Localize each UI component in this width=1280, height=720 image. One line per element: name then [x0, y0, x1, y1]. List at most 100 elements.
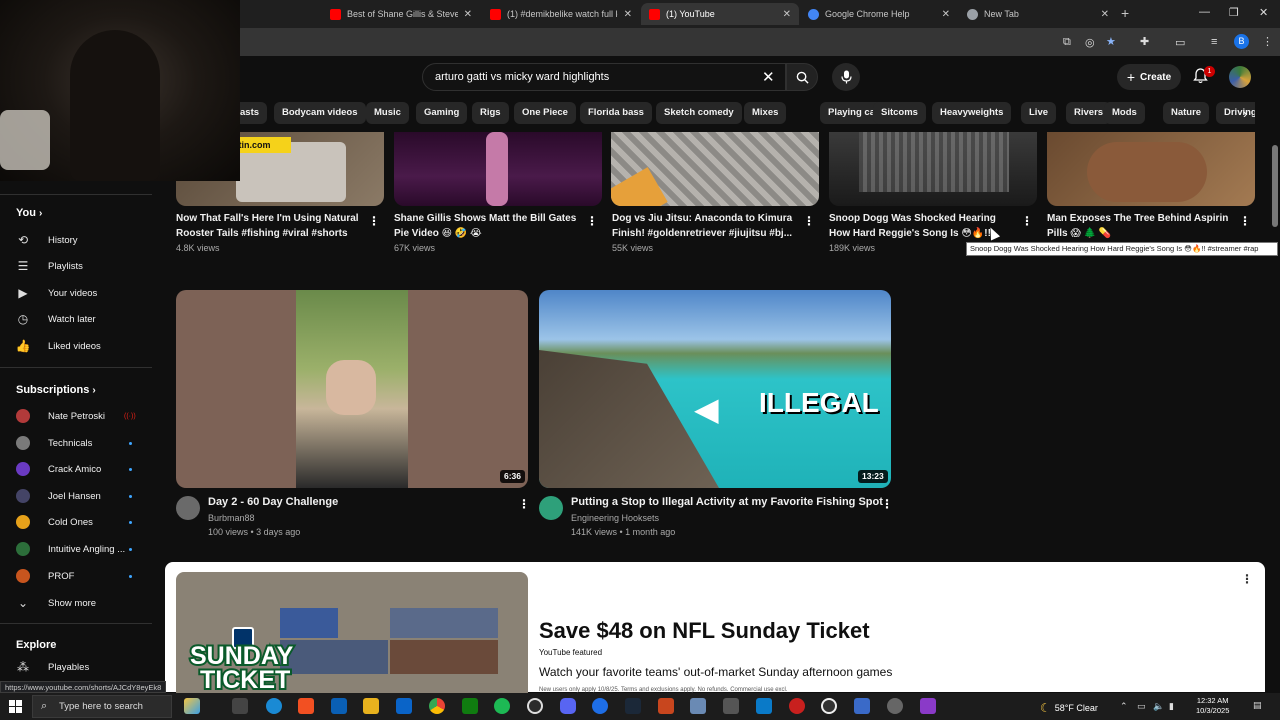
- short-title[interactable]: Man Exposes The Tree Behind Aspirin Pill…: [1047, 211, 1237, 241]
- chevron-right-icon[interactable]: ›: [1243, 106, 1247, 121]
- video-title[interactable]: Day 2 - 60 Day Challenge: [208, 496, 338, 508]
- minimize-icon[interactable]: —: [1199, 6, 1210, 18]
- close-tab-icon[interactable]: ✕: [783, 9, 791, 20]
- media-icon[interactable]: ≡: [1211, 36, 1217, 48]
- file-explorer-icon[interactable]: [363, 698, 379, 714]
- discord-icon[interactable]: [560, 698, 576, 714]
- sidebar-subscription[interactable]: Crack Amico: [16, 459, 146, 479]
- chip-sitcoms[interactable]: Sitcoms: [873, 102, 926, 124]
- notepad-icon[interactable]: [690, 698, 706, 714]
- sidebar-subscriptions-link[interactable]: Subscriptions ›: [16, 384, 96, 396]
- xbox-icon[interactable]: [462, 698, 478, 714]
- clear-search-icon[interactable]: ✕: [762, 68, 775, 86]
- weather-widget[interactable]: ☾ 58°F Clear: [1040, 701, 1098, 715]
- sidebar-you-link[interactable]: You ›: [16, 207, 42, 219]
- windows-start-icon[interactable]: [9, 700, 22, 718]
- volume-icon[interactable]: 🔈: [1153, 701, 1164, 712]
- monitor-app-icon[interactable]: [756, 698, 772, 714]
- chip-live[interactable]: Live: [1021, 102, 1057, 124]
- more-options-icon[interactable]: ⋮: [803, 214, 815, 228]
- taskbar-clock[interactable]: 12:32 AM 10/3/2025: [1196, 696, 1229, 716]
- red-app-icon[interactable]: [789, 698, 805, 714]
- network-icon[interactable]: ▭: [1137, 701, 1146, 712]
- short-title[interactable]: Dog vs Jiu Jitsu: Anaconda to Kimura Fin…: [612, 211, 802, 241]
- short-thumbnail[interactable]: [829, 132, 1037, 206]
- taskbar-search-input[interactable]: ⌕ Type here to search: [32, 695, 172, 718]
- purple-app-icon[interactable]: [920, 698, 936, 714]
- close-tab-icon[interactable]: ✕: [1101, 9, 1109, 20]
- tab-2[interactable]: (1) YouTube ✕: [641, 3, 799, 25]
- video-thumbnail[interactable]: [176, 290, 528, 488]
- close-tab-icon[interactable]: ✕: [942, 9, 950, 20]
- battery-icon[interactable]: ▮: [1169, 701, 1174, 712]
- orange-app-icon[interactable]: [658, 698, 674, 714]
- chip-mixes[interactable]: Mixes: [744, 102, 787, 124]
- sidebar-subscription[interactable]: Intuitive Angling ...: [16, 539, 146, 559]
- chip-heavyweights[interactable]: Heavyweights: [932, 102, 1012, 124]
- search-input[interactable]: arturo gatti vs micky ward highlights: [422, 63, 786, 91]
- account-avatar[interactable]: [1229, 66, 1251, 88]
- create-button[interactable]: + Create: [1117, 64, 1181, 90]
- sidebar-show-more[interactable]: ⌄ Show more: [16, 593, 146, 613]
- more-options-icon[interactable]: ⋮: [1241, 572, 1253, 586]
- spotify-icon[interactable]: [494, 698, 510, 714]
- cast-icon[interactable]: ⧉: [1063, 36, 1071, 49]
- sidebar-item-liked-videos[interactable]: 👍 Liked videos: [16, 336, 146, 356]
- chip-asts[interactable]: asts: [240, 102, 268, 124]
- short-title[interactable]: Shane Gillis Shows Matt the Bill Gates P…: [394, 211, 584, 241]
- voice-search-button[interactable]: [832, 63, 860, 91]
- close-window-icon[interactable]: ✕: [1259, 6, 1268, 19]
- tab-3[interactable]: Google Chrome Help ✕: [800, 3, 958, 25]
- more-options-icon[interactable]: ⋮: [1239, 214, 1251, 228]
- blue-app-icon[interactable]: [592, 698, 608, 714]
- eye-off-icon[interactable]: ◎: [1085, 36, 1095, 49]
- video-title[interactable]: Putting a Stop to Illegal Activity at my…: [571, 496, 883, 508]
- short-thumbnail[interactable]: [394, 132, 602, 206]
- close-tab-icon[interactable]: ✕: [464, 9, 472, 20]
- chip-one-piece[interactable]: One Piece: [514, 102, 576, 124]
- more-options-icon[interactable]: ⋮: [881, 497, 893, 511]
- sidebar-subscription[interactable]: PROF: [16, 566, 146, 586]
- sidebar-subscription[interactable]: Joel Hansen: [16, 486, 146, 506]
- short-title[interactable]: Now That Fall's Here I'm Using Natural R…: [176, 211, 366, 241]
- more-options-icon[interactable]: ⋮: [1021, 214, 1033, 228]
- outlook-icon[interactable]: [396, 698, 412, 714]
- calculator-icon[interactable]: [723, 698, 739, 714]
- settings-gear-icon[interactable]: [887, 698, 903, 714]
- chip-rigs[interactable]: Rigs: [472, 102, 509, 124]
- channel-avatar[interactable]: [539, 496, 563, 520]
- profile-avatar[interactable]: B: [1234, 34, 1249, 49]
- ad-title[interactable]: Save $48 on NFL Sunday Ticket: [539, 618, 870, 644]
- extensions-icon[interactable]: ✚: [1140, 35, 1149, 48]
- new-tab-icon[interactable]: +: [1121, 5, 1129, 21]
- more-options-icon[interactable]: ⋮: [586, 214, 598, 228]
- chip-music[interactable]: Music: [366, 102, 409, 124]
- steam-icon[interactable]: [625, 698, 641, 714]
- short-thumbnail[interactable]: [1047, 132, 1255, 206]
- sidebar-icon[interactable]: ▭: [1175, 36, 1185, 49]
- more-options-icon[interactable]: ⋮: [518, 497, 530, 511]
- sidebar-subscription[interactable]: Cold Ones: [16, 512, 146, 532]
- store-icon[interactable]: [331, 698, 347, 714]
- chip-gaming[interactable]: Gaming: [416, 102, 468, 124]
- mail-app-icon[interactable]: [854, 698, 870, 714]
- search-highlights-icon[interactable]: [184, 698, 200, 714]
- sidebar-item-your-videos[interactable]: ▶ Your videos: [16, 283, 146, 303]
- copilot-icon[interactable]: [298, 698, 314, 714]
- close-tab-icon[interactable]: ✕: [624, 9, 632, 20]
- sidebar-item-watch-later[interactable]: ◷ Watch later: [16, 309, 146, 329]
- search-button[interactable]: [786, 63, 818, 91]
- tab-1[interactable]: (1) #demikbelike watch full len ✕: [482, 3, 640, 25]
- chip-nature[interactable]: Nature: [1163, 102, 1210, 124]
- chip-bodycam-videos[interactable]: Bodycam videos: [274, 102, 366, 124]
- maximize-icon[interactable]: ❐: [1229, 6, 1239, 19]
- sidebar-subscription[interactable]: Technicals: [16, 433, 146, 453]
- video-channel[interactable]: Burbman88: [208, 513, 255, 523]
- chip-driving[interactable]: Driving: [1216, 102, 1255, 124]
- video-thumbnail[interactable]: ◀ ILLEGAL: [539, 290, 891, 488]
- scrollbar-thumb[interactable]: [1272, 145, 1278, 227]
- sidebar-item-playables[interactable]: ⁂ Playables: [16, 657, 146, 677]
- more-options-icon[interactable]: ⋮: [368, 214, 380, 228]
- sidebar-item-history[interactable]: ⟲ History: [16, 230, 146, 250]
- task-view-icon[interactable]: [232, 698, 248, 714]
